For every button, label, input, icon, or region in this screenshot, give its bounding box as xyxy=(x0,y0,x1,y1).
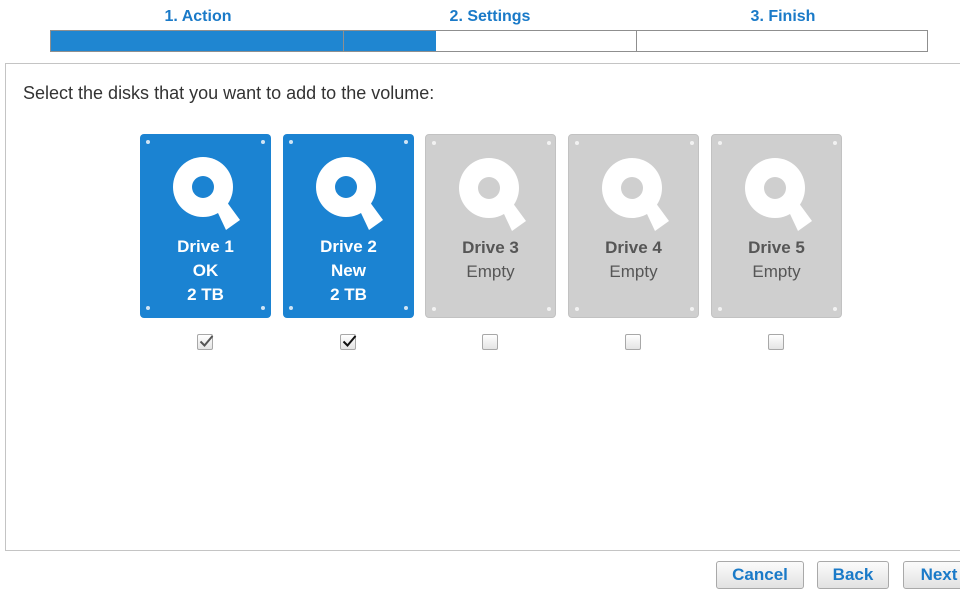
hard-drive-icon xyxy=(316,157,383,230)
checkmark-icon xyxy=(342,335,357,347)
drive-name: Drive 3 xyxy=(462,238,519,257)
drive-status: Empty xyxy=(752,262,801,281)
wizard-progress-bar xyxy=(50,30,928,52)
screw-decoration xyxy=(404,140,408,144)
screw-decoration xyxy=(547,307,551,311)
screw-decoration xyxy=(575,307,579,311)
screw-decoration xyxy=(432,141,436,145)
next-button[interactable]: Next xyxy=(903,561,960,589)
drive-name: Drive 1 xyxy=(177,237,234,256)
drive-checkbox-1[interactable] xyxy=(197,334,214,350)
drive-checkbox-4[interactable] xyxy=(625,334,641,350)
drive-name: Drive 4 xyxy=(605,238,662,257)
drive-card-5[interactable]: Drive 5 Empty xyxy=(711,134,842,318)
drive-name: Drive 5 xyxy=(748,238,805,257)
disk-selection-panel: Select the disks that you want to add to… xyxy=(5,63,960,551)
screw-decoration xyxy=(146,140,150,144)
drive-status: OK xyxy=(192,261,219,280)
step-settings: 2. Settings xyxy=(449,8,531,25)
drive-checkbox-3[interactable] xyxy=(482,334,498,350)
screw-decoration xyxy=(833,141,837,145)
drive-status: Empty xyxy=(609,262,658,281)
hard-drive-icon xyxy=(745,158,812,231)
hard-drive-icon xyxy=(459,158,526,231)
screw-decoration xyxy=(718,141,722,145)
progress-divider xyxy=(343,31,344,51)
step-action: 1. Action xyxy=(164,8,232,25)
step-finish: 3. Finish xyxy=(750,8,816,25)
drive-checkbox-5[interactable] xyxy=(768,334,784,350)
drive-checkbox-2[interactable] xyxy=(340,334,357,350)
screw-decoration xyxy=(432,307,436,311)
screw-decoration xyxy=(261,140,265,144)
progress-fill xyxy=(51,31,437,51)
progress-divider xyxy=(636,31,637,51)
drive-card-4[interactable]: Drive 4 Empty xyxy=(568,134,699,318)
screw-decoration xyxy=(718,307,722,311)
hard-drive-icon xyxy=(602,158,669,231)
drive-card-1[interactable]: Drive 1 OK 2 TB xyxy=(140,134,271,318)
hard-drive-icon xyxy=(173,157,240,230)
screw-decoration xyxy=(575,141,579,145)
checkmark-icon xyxy=(199,335,214,347)
drive-card-3[interactable]: Drive 3 Empty xyxy=(425,134,556,318)
screw-decoration xyxy=(690,307,694,311)
screw-decoration xyxy=(547,141,551,145)
back-button[interactable]: Back xyxy=(817,561,889,589)
screw-decoration xyxy=(289,140,293,144)
drive-status: Empty xyxy=(466,262,515,281)
screw-decoration xyxy=(833,307,837,311)
cancel-button[interactable]: Cancel xyxy=(716,561,804,589)
screw-decoration xyxy=(690,141,694,145)
drive-status: New xyxy=(331,261,366,280)
volume-wizard: 1. Action 2. Settings 3. Finish Select t… xyxy=(0,0,960,590)
instruction-text: Select the disks that you want to add to… xyxy=(23,83,435,103)
drive-size: 2 TB xyxy=(330,285,367,304)
drive-name: Drive 2 xyxy=(320,237,377,256)
drive-size: 2 TB xyxy=(187,285,224,304)
drive-card-2[interactable]: Drive 2 New 2 TB xyxy=(283,134,414,318)
